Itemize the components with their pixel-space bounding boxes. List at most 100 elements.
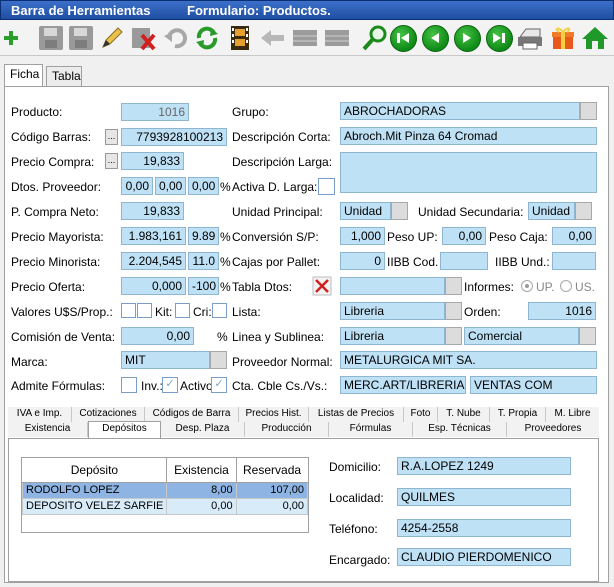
table-row[interactable]: RODOLFO LOPEZ 8,00 107,00: [21, 481, 309, 499]
prev-icon[interactable]: [420, 23, 450, 53]
desc-larga-field[interactable]: [340, 152, 597, 193]
sublinea-dropdown[interactable]: [579, 327, 596, 345]
tabla-dtos-dropdown[interactable]: [445, 277, 462, 295]
pct-mayorista-field[interactable]: 9.89: [188, 227, 219, 245]
home-icon[interactable]: [580, 23, 610, 53]
codigo-barras-button[interactable]: ...: [105, 129, 118, 145]
sublinea-field[interactable]: Comercial: [464, 327, 579, 345]
back-arrow-icon[interactable]: [258, 23, 288, 53]
valores-checkbox-2[interactable]: [137, 303, 152, 318]
peso-up-field[interactable]: 0,00: [442, 227, 486, 245]
grupo-field[interactable]: ABROCHADORAS: [340, 102, 580, 120]
cta-ventas-field[interactable]: VENTAS COM: [470, 376, 597, 394]
proveedor-field[interactable]: METALURGICA MIT SA.: [340, 351, 597, 369]
tab-produccion[interactable]: Producción: [245, 422, 329, 437]
refresh-icon[interactable]: [192, 23, 222, 53]
grid-icon[interactable]: [322, 23, 352, 53]
telefono-field[interactable]: 4254-2558: [397, 519, 571, 537]
p-compra-neto-field[interactable]: 19,833: [121, 202, 184, 220]
admite-formulas-checkbox[interactable]: [121, 377, 137, 393]
informes-us-radio[interactable]: [560, 280, 572, 292]
linea-dropdown[interactable]: [445, 327, 462, 345]
tab-esp-tecnicas[interactable]: Esp. Técnicas: [413, 422, 507, 437]
tab-proveedores[interactable]: Proveedores: [507, 422, 599, 437]
precio-compra-field[interactable]: 19,833: [121, 152, 184, 170]
encargado-field[interactable]: CLAUDIO PIERDOMENICO: [397, 548, 571, 566]
tab-precios-hist[interactable]: Precios Hist.: [239, 407, 309, 422]
tab-m-libre[interactable]: M. Libre: [546, 407, 599, 422]
tab-codigos-barra[interactable]: Códigos de Barra: [145, 407, 239, 422]
first-icon[interactable]: [388, 23, 418, 53]
precio-mayorista-field[interactable]: 1.983,161: [121, 227, 186, 245]
next-icon[interactable]: [452, 23, 482, 53]
iibb-cod-field[interactable]: [440, 252, 488, 270]
unidad-secundaria-dropdown[interactable]: [575, 202, 592, 220]
tab-t-nube[interactable]: T. Nube: [438, 407, 490, 422]
linea-field[interactable]: Libreria: [340, 327, 445, 345]
activo-checkbox[interactable]: ✓: [211, 377, 227, 393]
inv-checkbox[interactable]: ✓: [162, 377, 178, 393]
producto-field[interactable]: 1016: [121, 103, 189, 121]
domicilio-field[interactable]: R.A.LOPEZ 1249: [397, 457, 571, 475]
orden-field[interactable]: 1016: [528, 302, 596, 320]
activa-d-larga-checkbox[interactable]: [318, 178, 335, 195]
comision-field[interactable]: 0,00: [121, 327, 194, 345]
marca-dropdown[interactable]: [210, 351, 227, 369]
lista-dropdown[interactable]: [445, 302, 462, 320]
add-icon[interactable]: [2, 23, 20, 53]
undo-icon[interactable]: [160, 23, 190, 53]
informes-up-radio[interactable]: [521, 280, 533, 292]
kit-checkbox[interactable]: [175, 303, 190, 318]
tab-t-propia[interactable]: T. Propia: [490, 407, 546, 422]
valores-checkbox-1[interactable]: [121, 303, 136, 318]
precio-compra-button[interactable]: ...: [105, 153, 118, 169]
dto3-field[interactable]: 0,00: [188, 177, 219, 195]
table-row[interactable]: DEPOSITO VELEZ SARFIE 0,00 0,00: [21, 497, 309, 515]
search-icon[interactable]: [360, 23, 390, 53]
cri-checkbox[interactable]: [212, 303, 227, 318]
pct-minorista-field[interactable]: 11.0: [188, 252, 219, 270]
save-icon[interactable]: [36, 23, 66, 53]
unidad-principal-field[interactable]: Unidad: [340, 202, 391, 220]
tab-cotizaciones[interactable]: Cotizaciones: [72, 407, 145, 422]
tab-iva[interactable]: IVA e Imp.: [8, 407, 72, 422]
unidad-secundaria-field[interactable]: Unidad: [528, 202, 575, 220]
print-icon[interactable]: [515, 23, 545, 53]
tabla-dtos-field[interactable]: [340, 277, 445, 295]
cta-compras-field[interactable]: MERC.ART/LIBRERIA: [340, 376, 466, 394]
film-icon[interactable]: [225, 23, 255, 53]
marca-field[interactable]: MIT: [121, 351, 210, 369]
tab-ficha[interactable]: Ficha: [4, 64, 43, 86]
iibb-und-field[interactable]: [552, 252, 596, 270]
gift-icon[interactable]: [548, 23, 578, 53]
peso-caja-field[interactable]: 0,00: [552, 227, 596, 245]
precio-oferta-field[interactable]: 0,000: [121, 277, 186, 295]
tab-desp-plaza[interactable]: Desp. Plaza: [161, 422, 245, 437]
conversion-field[interactable]: 1,000: [340, 227, 385, 245]
tab-tabla[interactable]: Tabla: [46, 66, 82, 86]
col-existencia[interactable]: Existencia: [166, 458, 237, 483]
cajas-pallet-field[interactable]: 0: [340, 252, 385, 270]
edit-icon[interactable]: [97, 23, 127, 53]
grid-icon[interactable]: [290, 23, 320, 53]
save-as-icon[interactable]: [66, 23, 96, 53]
pct-oferta-field[interactable]: -100: [188, 277, 219, 295]
col-reservada[interactable]: Reservada: [236, 458, 308, 483]
localidad-field[interactable]: QUILMES: [397, 488, 571, 506]
grupo-dropdown[interactable]: [580, 102, 597, 120]
dto2-field[interactable]: 0,00: [155, 177, 186, 195]
tabla-dtos-clear-icon[interactable]: [312, 276, 332, 296]
lista-field[interactable]: Libreria: [340, 302, 445, 320]
col-deposito[interactable]: Depósito: [22, 458, 168, 483]
dto1-field[interactable]: 0,00: [121, 177, 153, 195]
tab-formulas[interactable]: Fórmulas: [329, 422, 413, 437]
tab-depositos[interactable]: Depósitos: [88, 421, 161, 438]
codigo-barras-field[interactable]: 7793928100213: [121, 128, 227, 146]
precio-minorista-field[interactable]: 2.204,545: [121, 252, 186, 270]
tab-listas-precios[interactable]: Listas de Precios: [309, 407, 404, 422]
tab-existencia[interactable]: Existencia: [8, 422, 88, 437]
last-icon[interactable]: [484, 23, 514, 53]
unidad-principal-dropdown[interactable]: [391, 202, 408, 220]
delete-icon[interactable]: [128, 23, 158, 53]
desc-corta-field[interactable]: Abroch.Mit Pinza 64 Cromad: [340, 127, 597, 145]
